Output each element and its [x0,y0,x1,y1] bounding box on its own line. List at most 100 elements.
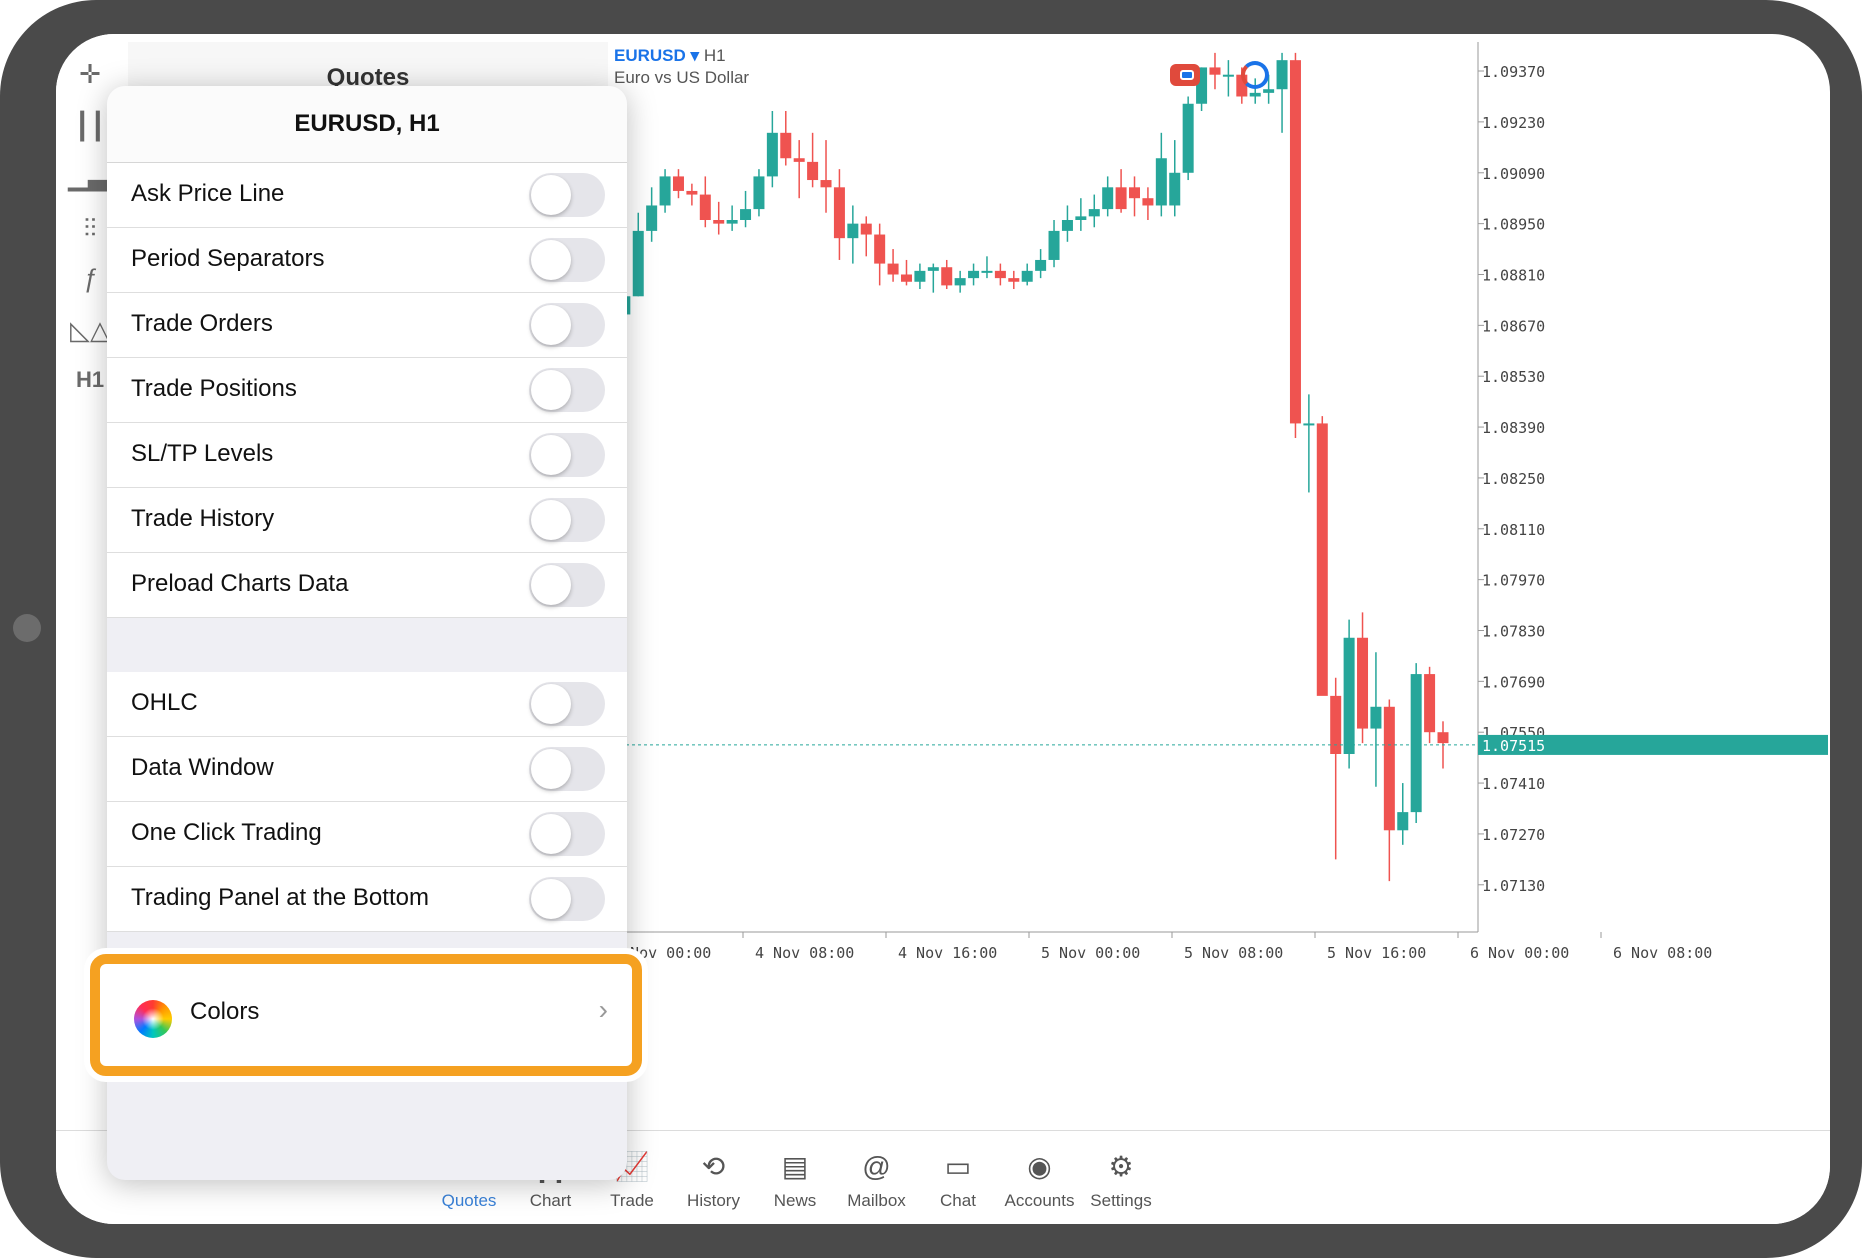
y-tick-label: 1.07130 [1482,877,1545,895]
setting-row-trade-positions: Trade Positions [107,358,627,423]
x-tick-label: 6 Nov 08:00 [1613,944,1712,962]
bull-candle [1169,172,1181,206]
setting-row-trading-panel-at-the-bottom: Trading Panel at the Bottom [107,867,627,932]
toggle-switch[interactable] [529,747,605,791]
x-tick-label: 4 Nov 16:00 [898,944,997,962]
bull-candle [740,209,752,220]
bear-candle [686,190,698,195]
indicators-bar-icon[interactable]: ▁▃▅ [68,156,128,196]
toggle-switch[interactable] [529,498,605,542]
colors-label: Colors [190,998,260,1025]
tab-chat[interactable]: ▭ Chat [913,1131,1003,1224]
candle-type-icon[interactable]: ┃┃ [68,106,112,146]
bear-candle [941,267,953,286]
tab-accounts[interactable]: ◉ Accounts [995,1131,1085,1224]
bear-candle [699,194,711,220]
crosshair-icon[interactable]: ✛ [68,54,112,94]
bull-candle [981,270,993,273]
bull-candle [1061,220,1073,231]
symbol-timeframe: H1 [703,46,726,65]
setting-row-ohlc: OHLC [107,672,627,737]
x-tick-label: 5 Nov 00:00 [1041,944,1140,962]
y-tick-label: 1.09090 [1482,165,1545,183]
toggle-switch[interactable] [529,682,605,726]
setting-label: Ask Price Line [131,180,285,207]
toggle-switch[interactable] [529,563,605,607]
colors-row[interactable]: Colors › [90,954,642,1076]
bear-candle [672,176,684,191]
bull-candle [1048,230,1060,260]
bull-candle [1397,812,1409,831]
accounts-icon: ◉ [1027,1151,1052,1182]
bull-candle [1155,158,1167,206]
tab-history[interactable]: ⟲ History [669,1131,759,1224]
setting-row-ask-price-line: Ask Price Line [107,163,627,228]
y-tick-label: 1.07270 [1482,826,1545,844]
bull-candle [1303,423,1315,426]
symbol-description: Euro vs US Dollar [614,68,750,87]
y-tick-label: 1.09230 [1482,114,1545,132]
bear-candle [820,180,832,188]
y-tick-label: 1.08670 [1482,317,1545,335]
y-tick-label: 1.08390 [1482,419,1545,437]
y-tick-label: 1.08810 [1482,266,1545,284]
setting-label: SL/TP Levels [131,440,274,467]
bear-candle [1142,198,1154,206]
toggle-switch[interactable] [529,433,605,477]
timeframe-badge[interactable]: H1 [68,360,112,400]
bull-candle [914,270,926,282]
tab-settings[interactable]: ⚙ Settings [1076,1131,1166,1224]
color-wheel-icon [134,1000,172,1038]
bull-candle [954,278,966,286]
toggle-switch[interactable] [529,812,605,856]
bull-candle [726,220,738,224]
bear-candle [1209,67,1221,75]
chart-symbol[interactable]: EURUSD ▾ H1 [614,46,726,66]
toggle-switch[interactable] [529,303,605,347]
tab-label: Mailbox [847,1191,906,1210]
x-tick-label: 5 Nov 16:00 [1327,944,1426,962]
bull-candle [766,132,778,177]
mailbox-icon: @ [862,1151,891,1182]
tab-mailbox[interactable]: @ Mailbox [832,1131,922,1224]
signal-ring-icon[interactable] [1241,61,1269,89]
bear-candle [994,270,1006,279]
bear-candle [860,223,872,235]
toggle-switch[interactable] [529,368,605,412]
setting-row-preload-charts-data: Preload Charts Data [107,553,627,618]
bear-candle [900,274,912,282]
one-click-trading-icon[interactable] [1170,64,1200,86]
bear-candle [833,187,845,239]
bear-candle [1008,278,1020,282]
setting-label: Period Separators [131,245,325,272]
bull-candle [1222,74,1234,77]
tab-news[interactable]: ▤ News [750,1131,840,1224]
bear-candle [1383,706,1395,831]
setting-label: OHLC [131,689,198,716]
setting-label: Trade History [131,505,275,532]
toggle-switch[interactable] [529,238,605,282]
tab-label: History [687,1191,740,1210]
bear-candle [780,132,792,159]
setting-row-sl-tp-levels: SL/TP Levels [107,423,627,488]
y-tick-label: 1.09370 [1482,63,1545,81]
bull-candle [753,176,765,210]
y-tick-label: 1.08250 [1482,470,1545,488]
sliders-icon[interactable]: ⫶⫶ [68,208,112,248]
settings-icon: ⚙ [1108,1151,1134,1182]
toggle-switch[interactable] [529,877,605,921]
y-tick-label: 1.07830 [1482,622,1545,640]
objects-icon[interactable]: ◺△ [68,310,112,350]
news-icon: ▤ [781,1151,809,1182]
bear-candle [874,234,886,264]
bear-candle [1424,674,1436,733]
bull-candle [1249,92,1261,97]
function-icon[interactable]: ƒ [68,258,112,298]
y-tick-label: 1.07970 [1482,572,1545,590]
history-icon: ⟲ [701,1151,726,1182]
bull-candle [1263,89,1275,93]
bear-candle [887,263,899,275]
toggle-switch[interactable] [529,173,605,217]
setting-label: Preload Charts Data [131,570,349,597]
symbol-caret-icon: ▾ [690,46,700,65]
